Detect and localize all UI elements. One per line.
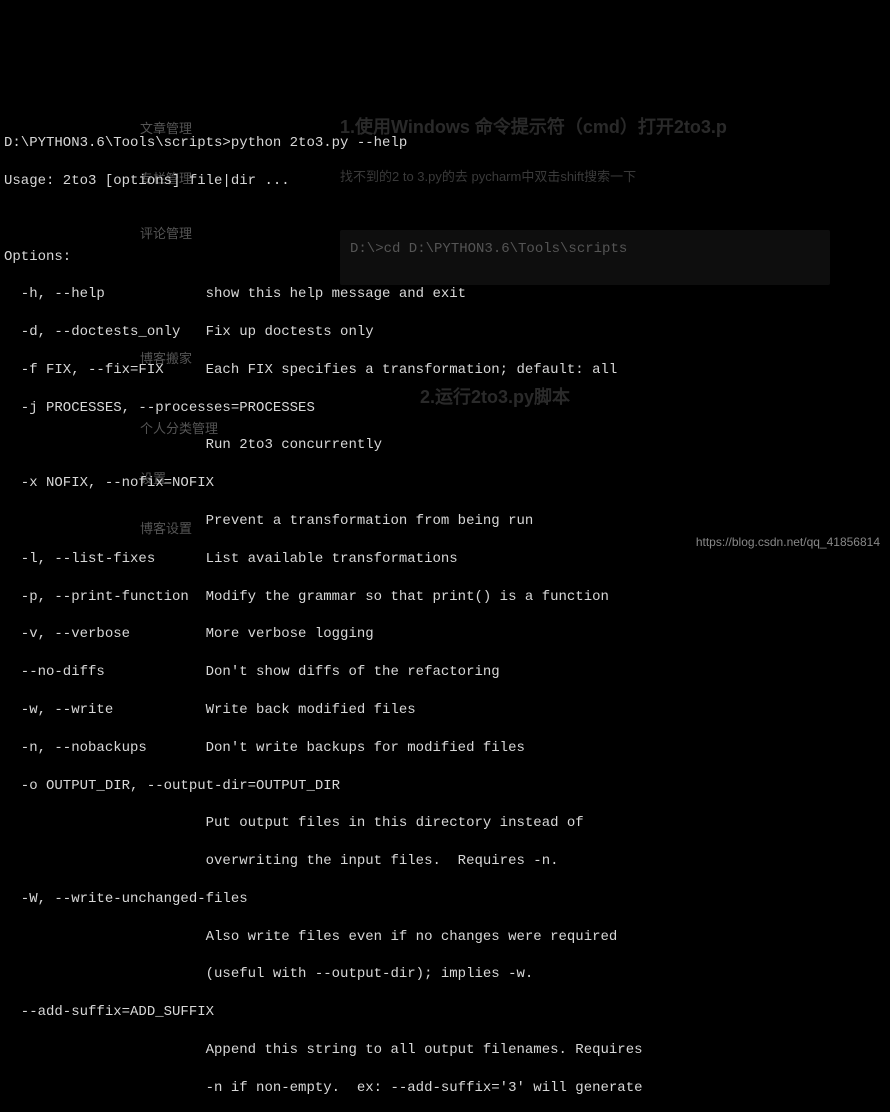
option-line: -f FIX, --fix=FIX Each FIX specifies a t… — [4, 361, 886, 380]
watermark-url: https://blog.csdn.net/qq_41856814 — [696, 535, 880, 549]
option-line: Put output files in this directory inste… — [4, 814, 886, 833]
option-line: overwriting the input files. Requires -n… — [4, 852, 886, 871]
option-line: -W, --write-unchanged-files — [4, 890, 886, 909]
option-line: (useful with --output-dir); implies -w. — [4, 965, 886, 984]
usage-line: Usage: 2to3 [options] file|dir ... — [4, 172, 886, 191]
option-line: -v, --verbose More verbose logging — [4, 625, 886, 644]
option-line: -l, --list-fixes List available transfor… — [4, 550, 886, 569]
option-line: --add-suffix=ADD_SUFFIX — [4, 1003, 886, 1022]
option-line: -p, --print-function Modify the grammar … — [4, 588, 886, 607]
option-line: -n, --nobackups Don't write backups for … — [4, 739, 886, 758]
terminal-output: D:\PYTHON3.6\Tools\scripts>python 2to3.p… — [0, 113, 890, 1112]
options-header: Options: — [4, 248, 886, 267]
option-line: -x NOFIX, --nofix=NOFIX — [4, 474, 886, 493]
watermark: https://blog.csdn.net/qq_41856814 — [689, 518, 880, 550]
blank-line — [4, 210, 886, 229]
option-line: -j PROCESSES, --processes=PROCESSES — [4, 399, 886, 418]
option-line: -n if non-empty. ex: --add-suffix='3' wi… — [4, 1079, 886, 1098]
option-line: --no-diffs Don't show diffs of the refac… — [4, 663, 886, 682]
option-line: -d, --doctests_only Fix up doctests only — [4, 323, 886, 342]
option-line: Append this string to all output filenam… — [4, 1041, 886, 1060]
option-line: Run 2to3 concurrently — [4, 436, 886, 455]
option-line: -w, --write Write back modified files — [4, 701, 886, 720]
prompt-line: D:\PYTHON3.6\Tools\scripts>python 2to3.p… — [4, 134, 886, 153]
option-line: -h, --help show this help message and ex… — [4, 285, 886, 304]
option-line: Also write files even if no changes were… — [4, 928, 886, 947]
option-line: -o OUTPUT_DIR, --output-dir=OUTPUT_DIR — [4, 777, 886, 796]
